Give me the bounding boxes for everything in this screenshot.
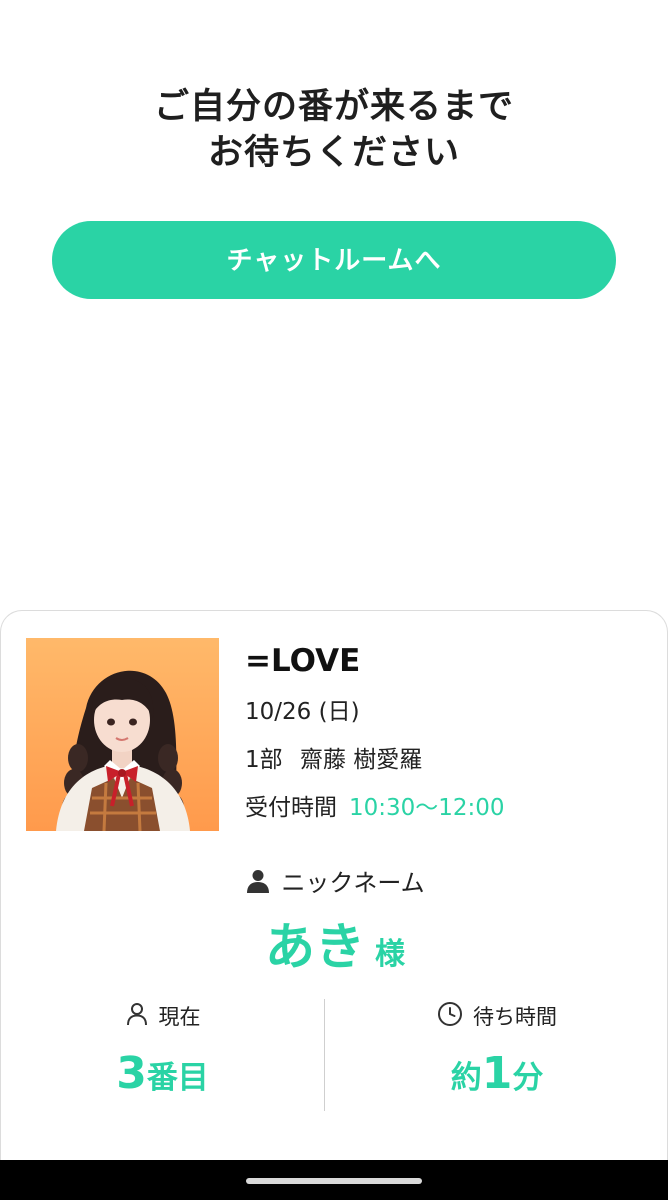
- waiting-message-line-2: お待ちください: [207, 133, 460, 173]
- current-number: 3: [116, 1048, 147, 1099]
- wait-value: 約1分: [325, 1049, 668, 1108]
- current-position: 現在 3番目: [1, 999, 324, 1108]
- wait-time: 待ち時間 約1分: [325, 999, 668, 1108]
- event-date: 10/26 (日): [245, 699, 360, 725]
- session-label: 1部: [245, 747, 283, 773]
- clock-icon: [437, 1001, 463, 1032]
- nickname-label: ニックネーム: [281, 869, 425, 897]
- nickname-label-row: ニックネーム: [1, 863, 668, 898]
- nickname-display: あき様: [1, 907, 668, 979]
- chat-room-button[interactable]: チャットルームへ: [52, 221, 616, 299]
- reception-line: 受付時間 10:30〜12:00: [245, 793, 505, 823]
- current-suffix: 番目: [146, 1060, 209, 1096]
- wait-label: 待ち時間: [473, 1005, 557, 1029]
- home-indicator[interactable]: [246, 1178, 422, 1184]
- person-outline-icon: [125, 1002, 149, 1031]
- nickname-value: あき: [265, 918, 365, 976]
- wait-number: 1: [481, 1048, 513, 1099]
- wait-suffix: 分: [512, 1060, 544, 1096]
- current-label-row: 現在: [1, 999, 324, 1033]
- group-name: =LOVE: [245, 643, 361, 679]
- current-value: 3番目: [1, 1049, 324, 1108]
- nickname-honorific: 様: [375, 937, 405, 972]
- member-photo: [26, 638, 219, 831]
- reception-label: 受付時間: [245, 795, 337, 821]
- session-member-line: 1部 齋藤 樹愛羅: [245, 745, 505, 775]
- reception-time: 10:30〜12:00: [349, 795, 505, 821]
- wait-label-row: 待ち時間: [325, 999, 668, 1033]
- system-navigation-bar: [0, 1160, 668, 1200]
- waiting-message: ご自分の番が来るまで お待ちください: [0, 84, 668, 176]
- ticket-card: =LOVE 10/26 (日) 1部 齋藤 樹愛羅 受付時間 10:30〜12:0…: [0, 610, 668, 1170]
- current-label: 現在: [158, 1005, 201, 1029]
- waiting-message-line-1: ご自分の番が来るまで: [153, 87, 514, 127]
- wait-prefix: 約: [450, 1060, 482, 1096]
- member-name: 齋藤 樹愛羅: [299, 747, 423, 773]
- waiting-screen: ご自分の番が来るまで お待ちください チャットルームへ =LOVE 10/26 …: [0, 0, 668, 1200]
- ticket-info: =LOVE 10/26 (日) 1部 齋藤 樹愛羅 受付時間 10:30〜12:0…: [245, 639, 505, 823]
- person-filled-icon: [245, 868, 271, 894]
